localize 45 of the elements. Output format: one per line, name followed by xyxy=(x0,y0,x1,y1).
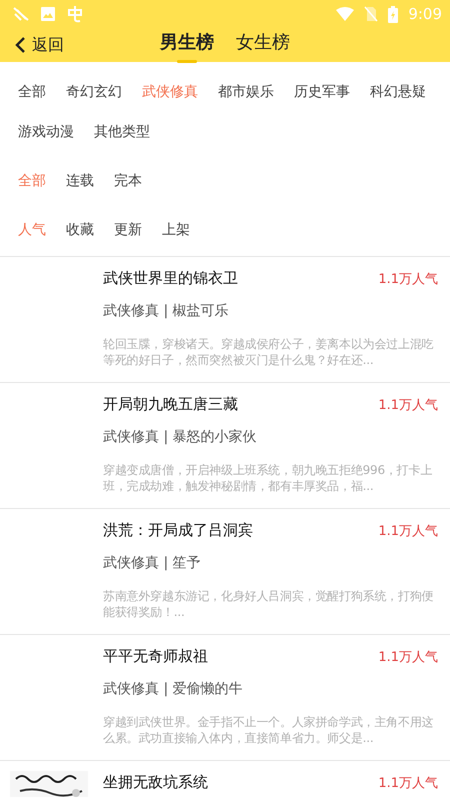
book-summary: 穿越变成唐僧，开启神级上班系统，朝九晚五拒绝996，打卡上班，完成劫难，触发神秘剧情，都有丰厚奖品，福... xyxy=(103,462,434,494)
chevron-left-icon xyxy=(14,36,26,54)
filter-option[interactable]: 游戏动漫 xyxy=(18,122,74,142)
filter-option[interactable]: 其他类型 xyxy=(94,122,150,142)
category-author: 武侠修真 | 椒盐可乐 xyxy=(103,302,230,320)
filter-option[interactable]: 全部 xyxy=(18,82,46,102)
filter-option[interactable]: 科幻悬疑 xyxy=(370,82,426,102)
book-title[interactable]: 开局朝九晚五唐三藏 xyxy=(103,395,238,414)
category-author: 武侠修真 | 暴怒的小家伙 xyxy=(103,428,258,446)
popularity-count: 1.1万人气 xyxy=(378,396,438,414)
back-button[interactable]: 返回 xyxy=(0,34,64,56)
filter-option[interactable]: 更新 xyxy=(114,220,142,240)
popularity-count: 1.1万人气 xyxy=(378,522,438,540)
popularity-count: 1.1万人气 xyxy=(378,270,438,288)
ranking-tab[interactable]: 女生榜 xyxy=(236,31,290,63)
book-summary: 苏南意外穿越东游记，化身好人吕洞宾，觉醒打狗系统，打狗便能获得奖励！... xyxy=(103,588,434,620)
book-list-item[interactable]: 平平无奇师叔祖 1.1万人气 武侠修真 | 爱偷懒的牛 穿越到武侠世界。金手指不止一个。人家拼命学武，主角不用这么累。武功直接输入体内，直接简单省力。师父是... xyxy=(0,635,450,761)
book-title[interactable]: 洪荒：开局成了吕洞宾 xyxy=(103,521,253,540)
signal-off-icon xyxy=(12,6,30,22)
book-list-item[interactable]: 开局朝九晚五唐三藏 1.1万人气 武侠修真 | 暴怒的小家伙 穿越变成唐僧，开启神级上班系统，朝九晚五拒绝996，打卡上班，完成劫难，触发神秘剧情，都有丰厚奖品，福... xyxy=(0,383,450,509)
category-author: 武侠修真 | 爱偷懒的牛 xyxy=(103,680,244,698)
book-title[interactable]: 武侠世界里的锦衣卫 xyxy=(103,269,238,288)
image-icon xyxy=(40,6,56,22)
book-summary: 穿越到武侠世界。金手指不止一个。人家拼命学武，主角不用这么累。武功直接输入体内，直接简单省力。师父是... xyxy=(103,714,434,746)
book-title[interactable]: 平平无奇师叔祖 xyxy=(103,647,208,666)
book-title[interactable]: 坐拥无敌坑系统 xyxy=(103,773,208,792)
book-summary: 轮回玉牒，穿梭诸天。穿越成侯府公子，姜离本以为会过上混吃等死的好日子，然而突然被灭门是什么鬼？好在还... xyxy=(103,336,434,368)
ranking-tab[interactable]: 男生榜 xyxy=(160,31,214,63)
book-list-item[interactable]: 武侠世界里的锦衣卫 1.1万人气 武侠修真 | 椒盐可乐 轮回玉牒，穿梭诸天。穿越成侯府公子，姜离本以为会过上混吃等死的好日子，然而突然被灭门是什么鬼？好在还... xyxy=(0,257,450,383)
battery-icon xyxy=(388,6,398,22)
category-author: 武侠修真 | 笙予 xyxy=(103,554,202,572)
filter-option[interactable]: 完本 xyxy=(114,171,142,191)
filter-option[interactable]: 上架 xyxy=(162,220,190,240)
filter-option[interactable]: 连载 xyxy=(66,171,94,191)
book-list-item[interactable]: 洪荒：开局成了吕洞宾 1.1万人气 武侠修真 | 笙予 苏南意外穿越东游记，化身好人吕洞宾，觉醒打狗系统，打狗便能获得奖励！... xyxy=(0,509,450,635)
popularity-count: 1.1万人气 xyxy=(378,648,438,666)
filter-option[interactable]: 奇幻玄幻 xyxy=(66,82,122,102)
filter-option[interactable]: 历史军事 xyxy=(294,82,350,102)
book-list-item[interactable]: 坐拥无敌坑系统 1.1万人气 xyxy=(0,761,450,800)
no-sim-icon xyxy=(364,6,378,22)
popularity-count: 1.1万人气 xyxy=(378,774,438,792)
filter-option[interactable]: 收藏 xyxy=(66,220,94,240)
clock-time: 9:09 xyxy=(408,5,442,23)
filter-option[interactable]: 都市娱乐 xyxy=(218,82,274,102)
wifi-icon xyxy=(336,7,354,21)
